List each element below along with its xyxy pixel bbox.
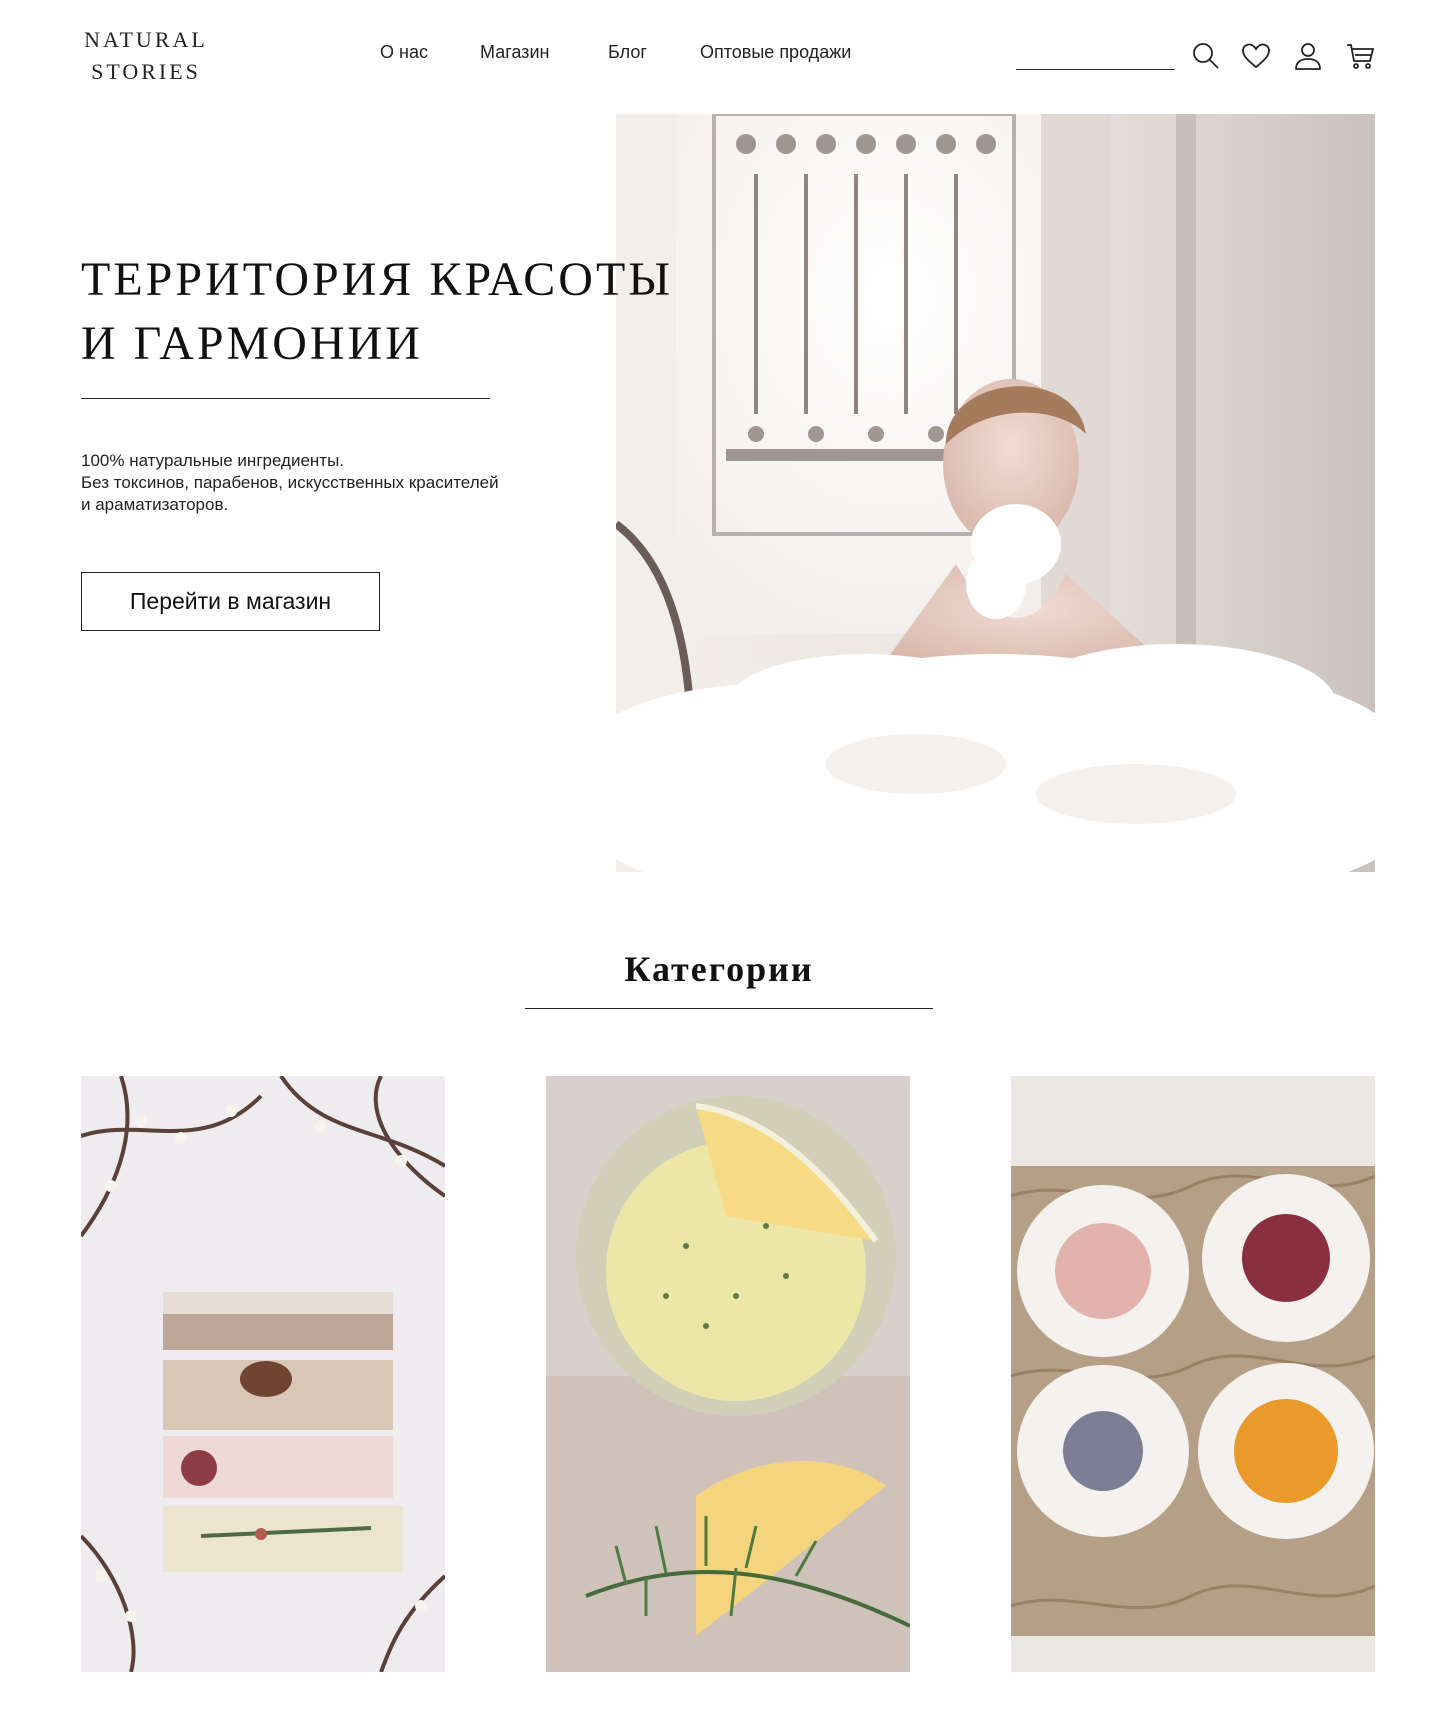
hero-title-line-1: ТЕРРИТОРИЯ КРАСОТЫ bbox=[81, 253, 674, 306]
hero-divider bbox=[81, 398, 490, 399]
go-to-shop-button[interactable]: Перейти в магазин bbox=[81, 572, 380, 631]
heart-icon[interactable] bbox=[1240, 40, 1272, 72]
hero-desc-line-2: Без токсинов, парабенов, искусственных к… bbox=[81, 473, 499, 492]
hero-title-line-2: И ГАРМОНИИ bbox=[81, 317, 423, 370]
search-underline bbox=[1016, 69, 1175, 70]
nav-item-blog[interactable]: Блог bbox=[608, 42, 647, 63]
logo-line-2: STORIES bbox=[91, 59, 201, 84]
logo-line-1: NATURAL bbox=[84, 27, 208, 52]
category-card-scrub[interactable] bbox=[546, 1076, 910, 1672]
hero-title: ТЕРРИТОРИЯ КРАСОТЫ И ГАРМОНИИ bbox=[81, 248, 801, 376]
nav-item-wholesale[interactable]: Оптовые продажи bbox=[700, 42, 851, 63]
hero-desc-line-3: и араматизаторов. bbox=[81, 495, 229, 514]
hero-image bbox=[616, 114, 1375, 872]
hero-desc-line-1: 100% натуральные ингредиенты. bbox=[81, 451, 345, 470]
logo[interactable]: NATURAL STORIES bbox=[81, 24, 211, 88]
hero-description: 100% натуральные ингредиенты. Без токсин… bbox=[81, 450, 621, 516]
search-icon[interactable] bbox=[1190, 40, 1222, 72]
category-card-soap[interactable] bbox=[81, 1076, 445, 1672]
nav-item-about[interactable]: О нас bbox=[380, 42, 428, 63]
categories-divider bbox=[525, 1008, 933, 1009]
search-input[interactable] bbox=[1016, 42, 1175, 68]
categories-title: Категории bbox=[624, 949, 814, 989]
nav-item-shop[interactable]: Магазин bbox=[480, 42, 549, 63]
category-card-bath-bombs[interactable] bbox=[1011, 1076, 1375, 1672]
user-icon[interactable] bbox=[1292, 40, 1324, 72]
cart-icon[interactable] bbox=[1344, 40, 1376, 72]
